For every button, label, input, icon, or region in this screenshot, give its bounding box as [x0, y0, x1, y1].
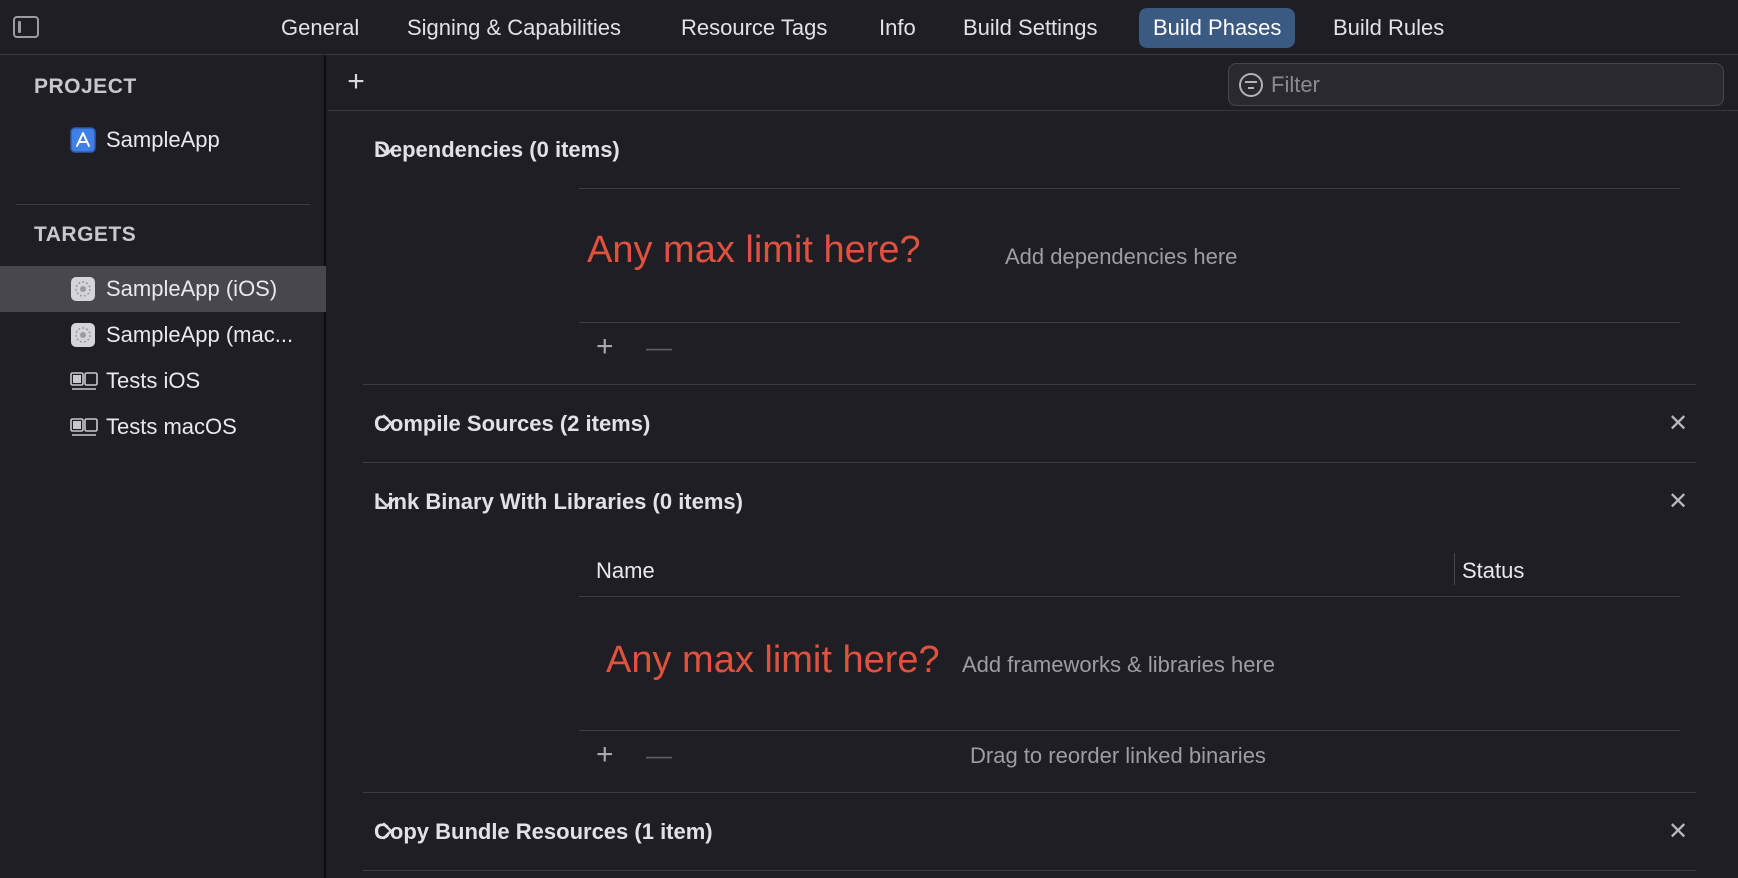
column-header-name[interactable]: Name [596, 558, 655, 584]
close-icon[interactable]: ✕ [1666, 820, 1690, 844]
add-dependency-button[interactable]: + [596, 332, 614, 362]
sidebar-item-tests-macos[interactable]: Tests macOS [0, 404, 326, 450]
add-library-button[interactable]: + [596, 740, 614, 770]
filter-field[interactable] [1228, 63, 1724, 106]
divider [579, 188, 1680, 189]
phase-title-dependencies[interactable]: Dependencies (0 items) [374, 130, 620, 170]
divider [579, 322, 1680, 323]
phases-toolbar: + [328, 55, 1738, 111]
empty-hint: Add frameworks & libraries here [962, 652, 1276, 677]
filter-input[interactable] [1271, 64, 1711, 105]
tab-info[interactable]: Info [865, 8, 930, 48]
annotation-note: Any max limit here? [587, 229, 921, 271]
sidebar-item-tests-ios[interactable]: Tests iOS [0, 358, 326, 404]
sidebar-toggle-icon[interactable] [13, 16, 39, 38]
tab-resource-tags[interactable]: Resource Tags [667, 8, 841, 48]
remove-dependency-button[interactable]: — [646, 332, 672, 362]
phase-divider [363, 870, 1696, 871]
tab-signing-capabilities[interactable]: Signing & Capabilities [393, 8, 635, 48]
column-header-status[interactable]: Status [1462, 558, 1524, 584]
divider [579, 730, 1680, 731]
phase-divider [363, 462, 1696, 463]
sidebar-item-label: SampleApp (iOS) [106, 276, 278, 301]
project-heading: PROJECT [34, 75, 137, 98]
sidebar-item-project[interactable]: SampleApp [0, 117, 326, 163]
sidebar-item-label: Tests macOS [106, 414, 237, 439]
xcode-project-icon [70, 127, 96, 153]
phase-title-copy-bundle[interactable]: Copy Bundle Resources (1 item) [374, 812, 713, 852]
tab-build-settings[interactable]: Build Settings [949, 8, 1112, 48]
add-phase-button[interactable]: + [342, 65, 370, 99]
test-bundle-icon [70, 418, 98, 436]
sidebar-item-label: SampleApp (mac... [106, 322, 294, 347]
annotation-note: Any max limit here? [606, 639, 940, 681]
sidebar-item-label: SampleApp [106, 127, 220, 152]
tab-general[interactable]: General [267, 8, 373, 48]
phase-title-link-binary[interactable]: Link Binary With Libraries (0 items) [374, 482, 743, 522]
column-separator[interactable] [1454, 553, 1455, 585]
filter-icon [1239, 73, 1263, 97]
test-bundle-icon [70, 372, 98, 390]
remove-library-button[interactable]: — [646, 740, 672, 770]
divider [579, 596, 1680, 597]
empty-hint: Add dependencies here [1005, 244, 1238, 269]
reorder-hint: Drag to reorder linked binaries [970, 743, 1266, 768]
app-target-icon [71, 277, 95, 301]
sidebar-item-target-ios[interactable]: SampleApp (iOS) [0, 266, 326, 312]
navigator-sidebar: PROJECT SampleApp TARGETS SampleApp (iOS… [0, 55, 326, 878]
sidebar-item-label: Tests iOS [106, 368, 201, 393]
targets-heading: TARGETS [34, 223, 137, 246]
phase-title-compile-sources[interactable]: Compile Sources (2 items) [374, 404, 650, 444]
close-icon[interactable]: ✕ [1666, 490, 1690, 514]
tab-build-phases[interactable]: Build Phases [1139, 8, 1296, 48]
phase-divider [363, 384, 1696, 385]
sidebar-item-target-macos[interactable]: SampleApp (mac... [0, 312, 326, 358]
tab-build-rules[interactable]: Build Rules [1319, 8, 1458, 48]
sidebar-divider [16, 204, 310, 205]
close-icon[interactable]: ✕ [1666, 412, 1690, 436]
tab-bar: General Signing & Capabilities Resource … [0, 0, 1738, 55]
app-target-icon [71, 323, 95, 347]
phase-divider [363, 792, 1696, 793]
